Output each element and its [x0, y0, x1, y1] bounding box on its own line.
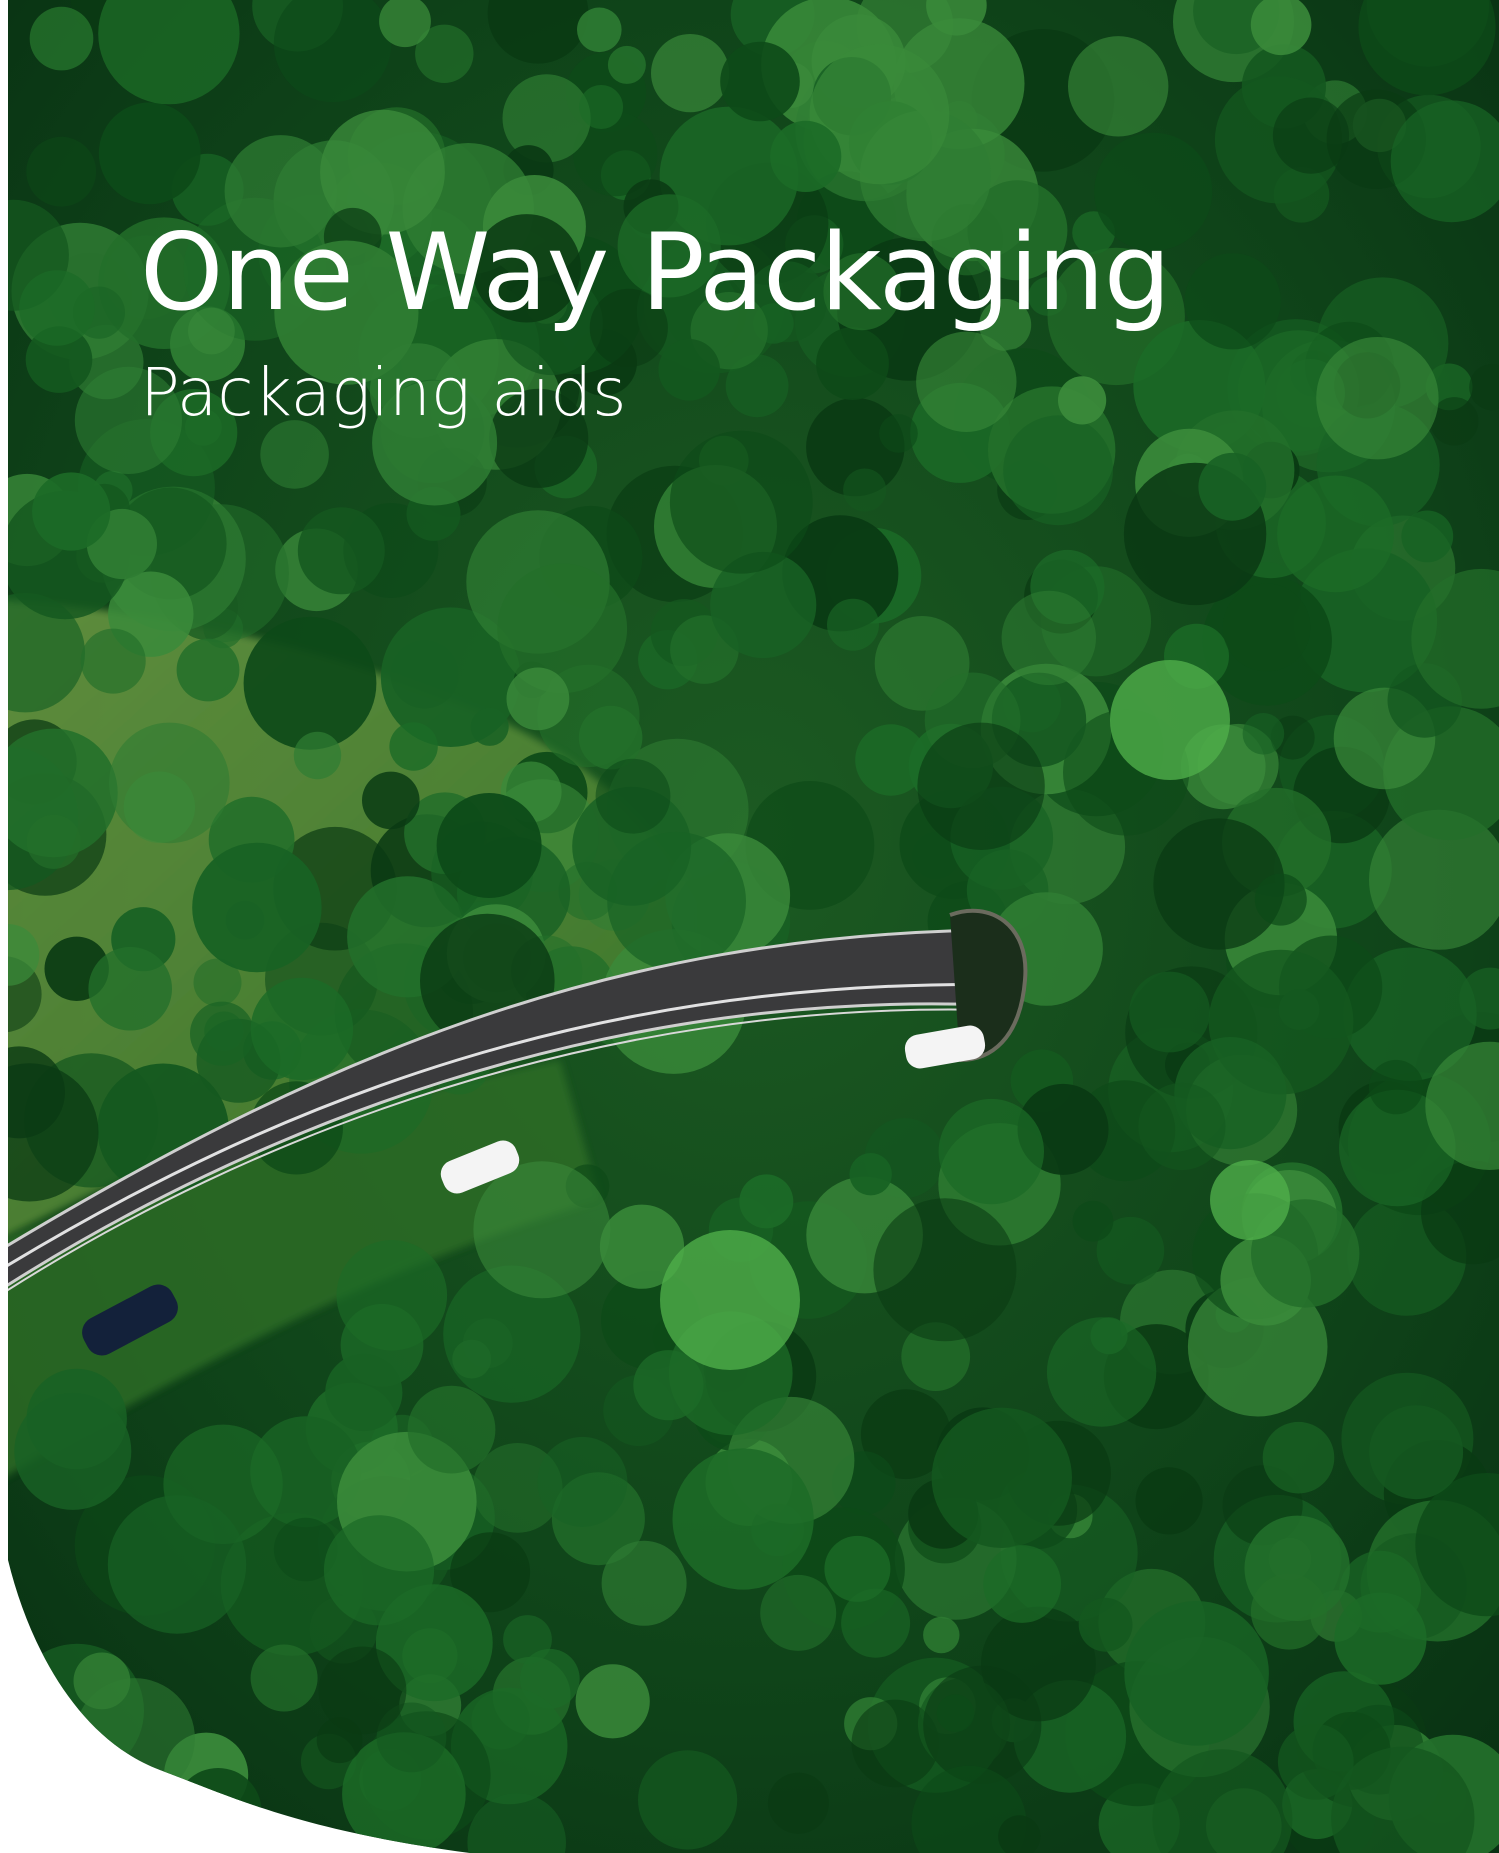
page-subtitle: Packaging aids: [140, 354, 627, 431]
page-title: One Way Packaging: [140, 211, 1171, 334]
cover-title-block: One Way Packaging Packaging aids: [140, 211, 1171, 431]
